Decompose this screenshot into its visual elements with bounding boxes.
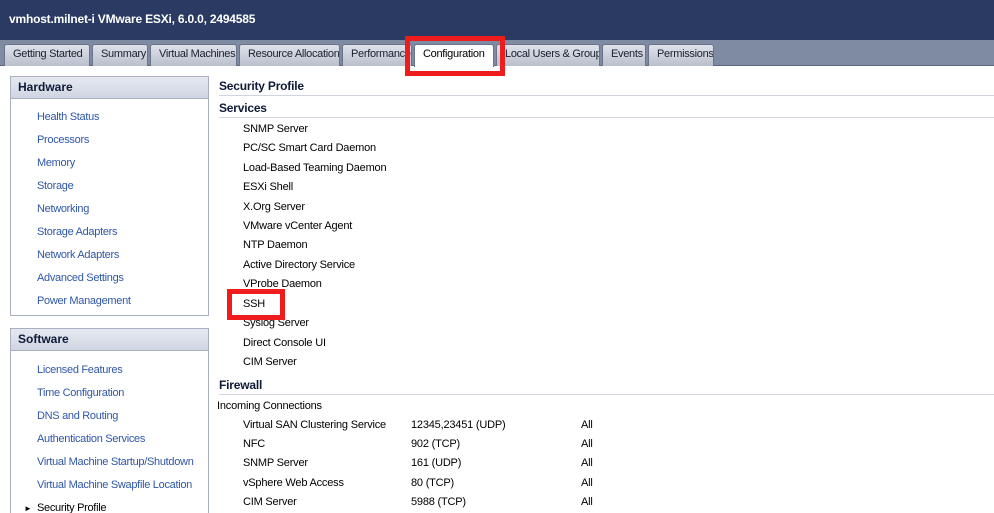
nav-dns-and-routing[interactable]: DNS and Routing: [37, 410, 118, 422]
software-header: Software: [11, 329, 208, 351]
firewall-row: Virtual SAN Clustering Service 12345,234…: [219, 419, 994, 437]
firewall-rule-name: NFC: [243, 438, 266, 450]
service-item: VProbe Daemon: [243, 278, 322, 290]
nav-storage-adapters[interactable]: Storage Adapters: [37, 226, 118, 238]
firewall-rule-ports: 5988 (TCP): [411, 496, 466, 508]
services-divider: [219, 117, 994, 118]
nav-networking[interactable]: Networking: [37, 203, 89, 215]
tab-bar: Getting Started Summary Virtual Machines…: [0, 40, 994, 67]
firewall-rule-name: vSphere Web Access: [243, 477, 344, 489]
firewall-rule-scope: All: [581, 496, 593, 508]
tab-performance[interactable]: Performance: [342, 44, 412, 66]
window-title-bar: vmhost.milnet-i VMware ESXi, 6.0.0, 2494…: [0, 0, 994, 40]
service-item: NTP Daemon: [243, 239, 308, 251]
current-item-arrow-icon: ►: [24, 504, 32, 513]
hardware-header: Hardware: [11, 77, 208, 99]
firewall-rule-ports: 12345,23451 (UDP): [411, 419, 506, 431]
nav-storage[interactable]: Storage: [37, 180, 74, 192]
service-item: VMware vCenter Agent: [243, 220, 353, 232]
firewall-rule-name: Virtual SAN Clustering Service: [243, 419, 386, 431]
firewall-row: NFC 902 (TCP) All: [219, 438, 994, 456]
nav-time-configuration[interactable]: Time Configuration: [37, 387, 124, 399]
tab-permissions[interactable]: Permissions: [648, 44, 714, 66]
nav-processors[interactable]: Processors: [37, 134, 89, 146]
nav-vm-startup-shutdown[interactable]: Virtual Machine Startup/Shutdown: [37, 456, 194, 468]
service-item: Syslog Server: [243, 317, 309, 329]
nav-licensed-features[interactable]: Licensed Features: [37, 364, 123, 376]
nav-vm-swapfile-location[interactable]: Virtual Machine Swapfile Location: [37, 479, 192, 491]
nav-security-profile[interactable]: Security Profile: [37, 502, 106, 513]
firewall-rule-ports: 161 (UDP): [411, 457, 462, 469]
window-title: vmhost.milnet-i VMware ESXi, 6.0.0, 2494…: [9, 12, 256, 26]
title-divider: [219, 95, 994, 96]
firewall-rule-scope: All: [581, 438, 593, 450]
tab-configuration[interactable]: Configuration: [414, 44, 494, 67]
tab-getting-started[interactable]: Getting Started: [4, 44, 90, 66]
service-item: Direct Console UI: [243, 337, 326, 349]
nav-network-adapters[interactable]: Network Adapters: [37, 249, 119, 261]
tab-virtual-machines[interactable]: Virtual Machines: [150, 44, 237, 66]
service-item-ssh: SSH: [243, 298, 266, 310]
incoming-connections-label: Incoming Connections: [217, 400, 322, 412]
nav-authentication-services[interactable]: Authentication Services: [37, 433, 145, 445]
firewall-rule-name: SNMP Server: [243, 457, 308, 469]
nav-power-management[interactable]: Power Management: [37, 295, 131, 307]
service-item: CIM Server: [243, 356, 297, 368]
service-item: Load-Based Teaming Daemon: [243, 162, 387, 174]
service-item: PC/SC Smart Card Daemon: [243, 142, 376, 154]
tab-local-users-groups[interactable]: Local Users & Groups: [496, 44, 600, 66]
firewall-row: vSphere Web Access 80 (TCP) All: [219, 477, 994, 495]
firewall-rule-ports: 80 (TCP): [411, 477, 455, 489]
nav-health-status[interactable]: Health Status: [37, 111, 99, 123]
firewall-rule-scope: All: [581, 457, 593, 469]
service-item: X.Org Server: [243, 201, 305, 213]
services-heading: Services: [219, 101, 267, 115]
tab-events[interactable]: Events: [602, 44, 646, 66]
page-title: Security Profile: [219, 79, 304, 93]
service-item: Active Directory Service: [243, 259, 355, 271]
tab-resource-allocation[interactable]: Resource Allocation: [239, 44, 340, 66]
nav-advanced-settings[interactable]: Advanced Settings: [37, 272, 124, 284]
firewall-heading: Firewall: [219, 378, 263, 392]
service-item: SNMP Server: [243, 123, 308, 135]
firewall-rule-scope: All: [581, 419, 593, 431]
tab-summary[interactable]: Summary: [92, 44, 148, 66]
firewall-rule-name: CIM Server: [243, 496, 297, 508]
firewall-row: SNMP Server 161 (UDP) All: [219, 457, 994, 475]
firewall-rule-scope: All: [581, 477, 593, 489]
firewall-divider: [219, 394, 994, 395]
firewall-rule-ports: 902 (TCP): [411, 438, 460, 450]
service-item: ESXi Shell: [243, 181, 293, 193]
nav-memory[interactable]: Memory: [37, 157, 75, 169]
firewall-row: CIM Server 5988 (TCP) All: [219, 496, 994, 513]
